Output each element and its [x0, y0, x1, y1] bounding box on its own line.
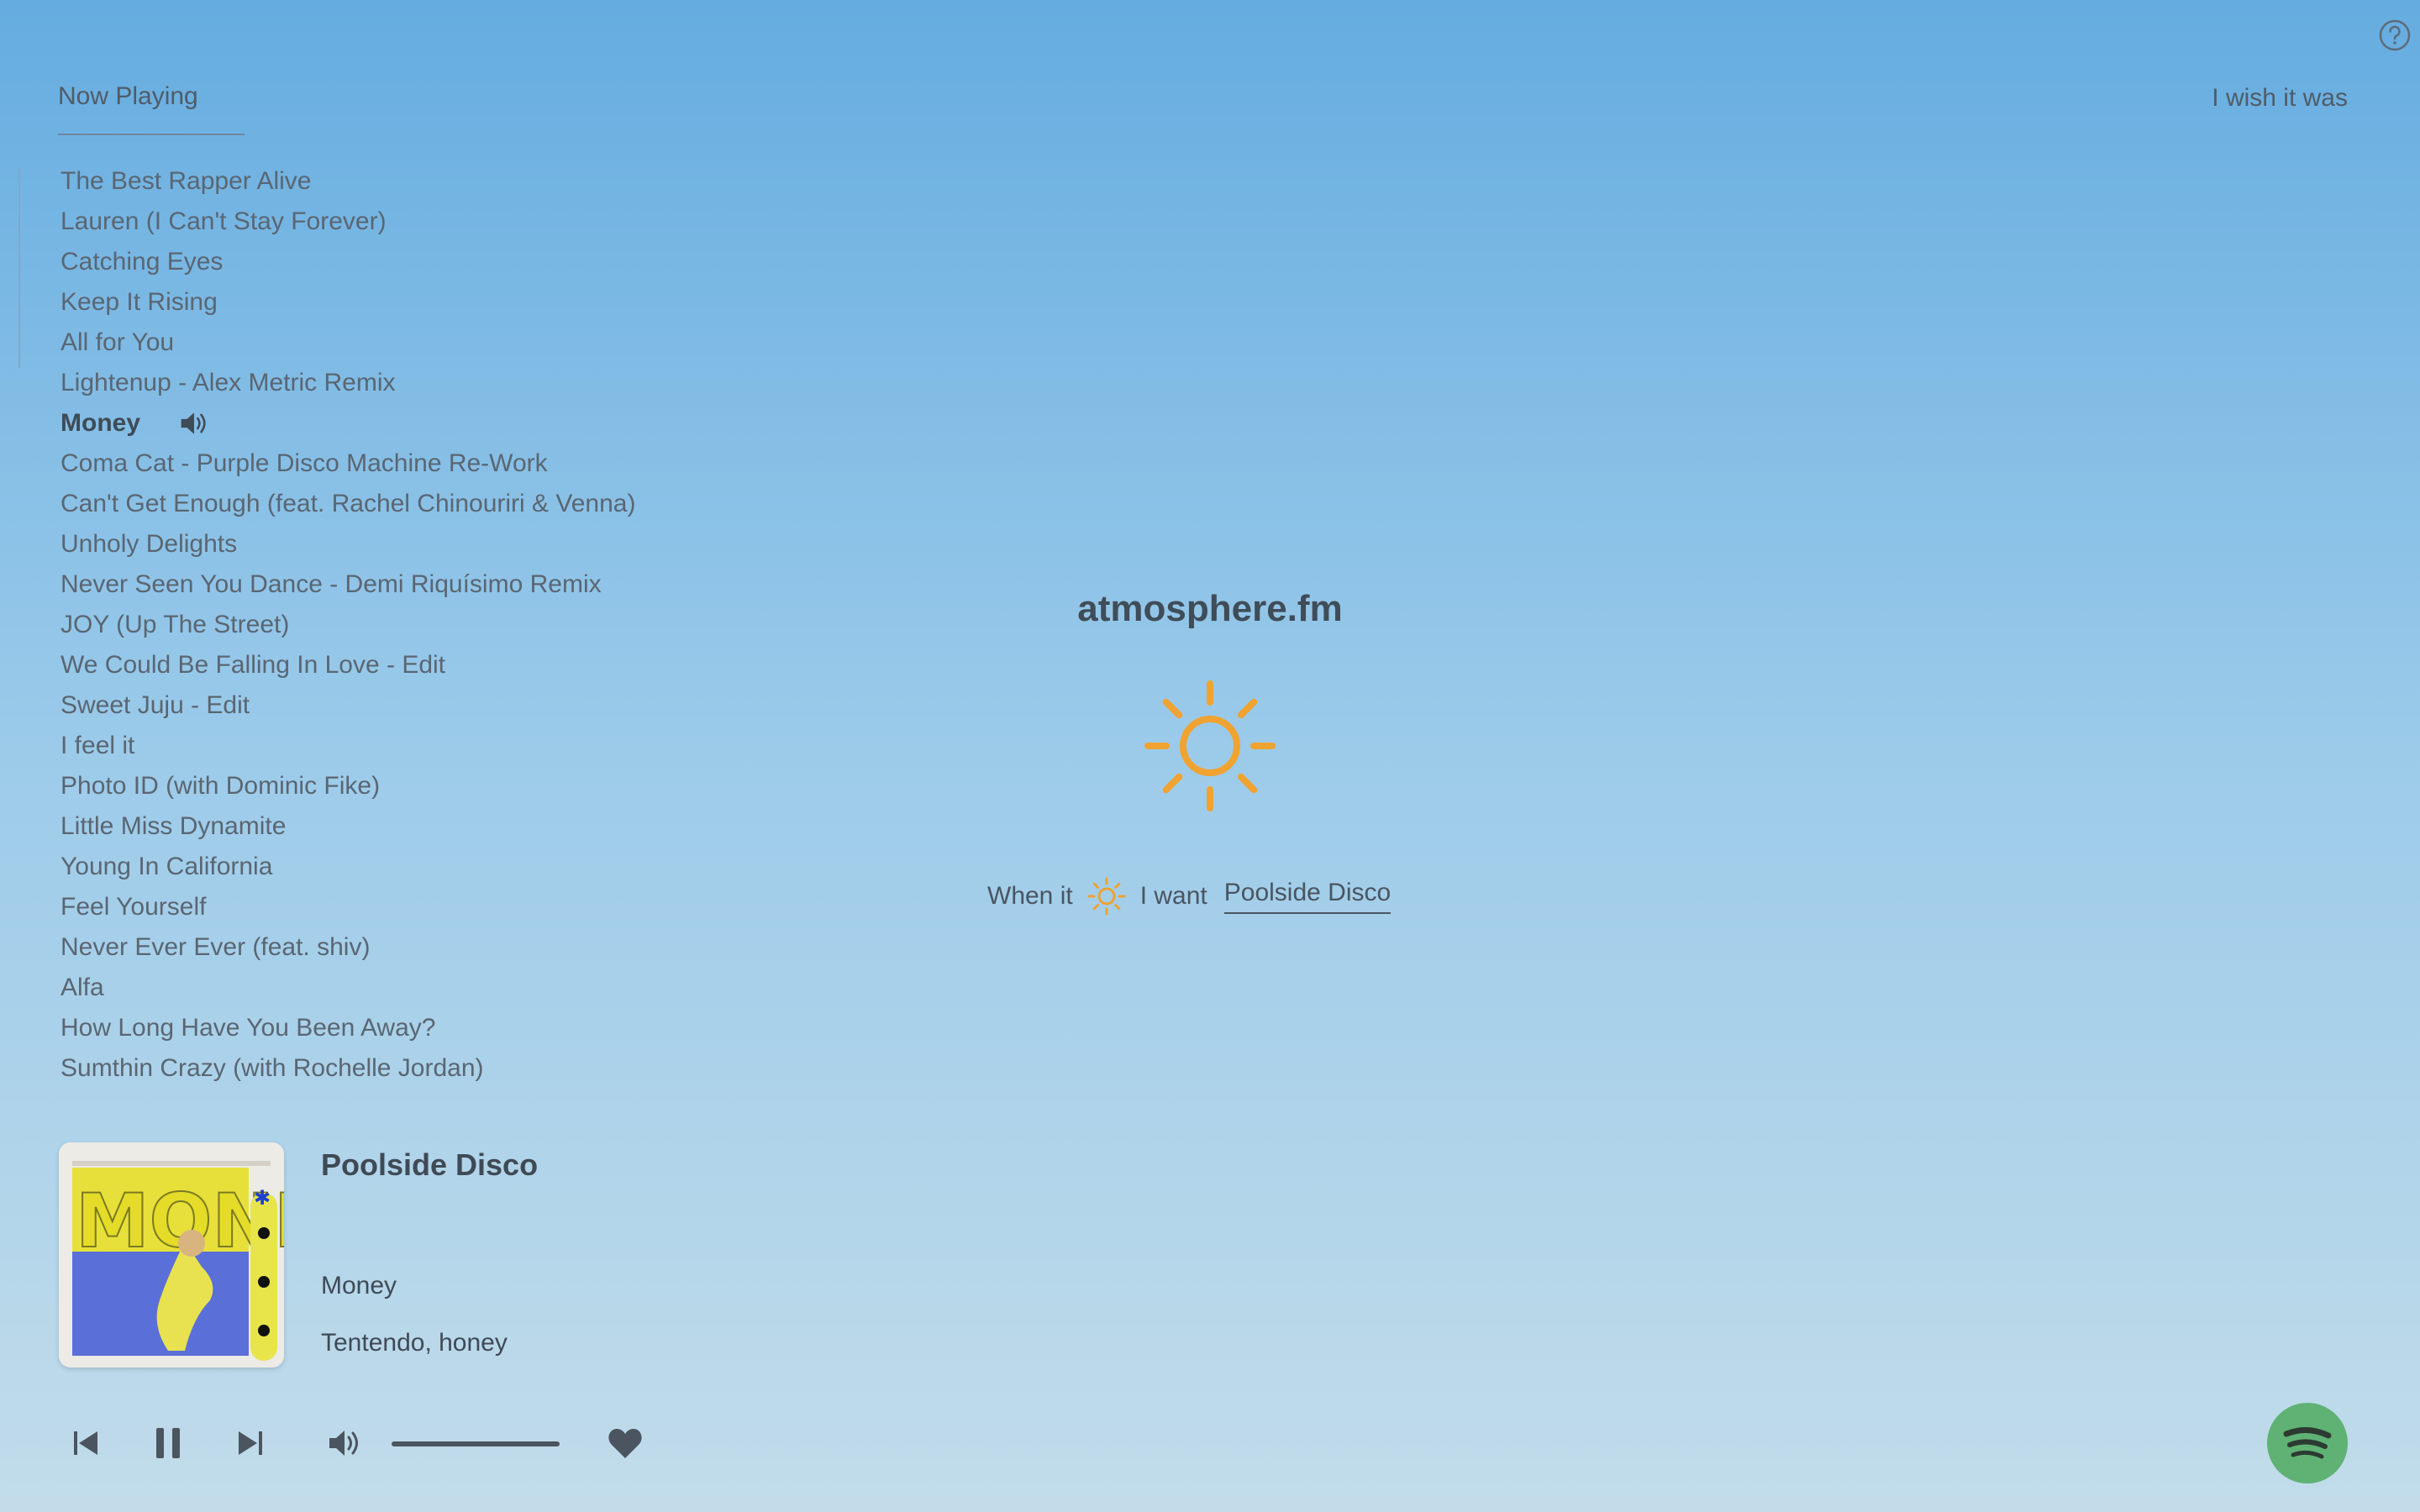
track-list-item[interactable]: Never Ever Ever (feat. shiv)	[60, 927, 635, 968]
weather-sun-icon[interactable]	[1086, 876, 1127, 916]
previous-icon	[74, 1431, 97, 1455]
track-list-item[interactable]: We Could Be Falling In Love - Edit	[60, 645, 635, 685]
tab-now-playing[interactable]: Now Playing	[58, 82, 198, 111]
now-playing-speaker-icon	[181, 412, 206, 434]
track-title: Photo ID (with Dominic Fike)	[60, 772, 381, 800]
volume-button[interactable]	[324, 1423, 365, 1463]
like-button[interactable]	[605, 1423, 645, 1463]
sun-icon	[1143, 679, 1277, 813]
track-title: Keep It Rising	[60, 288, 218, 316]
next-icon	[239, 1431, 262, 1455]
track-title: All for You	[60, 328, 175, 356]
track-list-item[interactable]: Feel Yourself	[60, 887, 635, 927]
next-button[interactable]	[230, 1423, 271, 1463]
now-playing-playlist: Poolside Disco	[321, 1147, 539, 1182]
track-title: The Best Rapper Alive	[60, 167, 312, 195]
track-title: Young In California	[60, 853, 273, 880]
volume-icon	[329, 1431, 358, 1456]
track-list-item[interactable]: Keep It Rising	[60, 282, 635, 323]
track-list-item[interactable]: Unholy Delights	[60, 524, 635, 564]
svg-text:✱: ✱	[254, 1186, 271, 1210]
track-title: Feel Yourself	[60, 893, 207, 921]
track-title: Money	[60, 409, 141, 437]
track-list-item[interactable]: Alfa	[60, 968, 635, 1008]
track-list-item[interactable]: Sweet Juju - Edit	[60, 685, 635, 726]
track-list-item[interactable]: Little Miss Dynamite	[60, 806, 635, 847]
track-title: Never Ever Ever (feat. shiv)	[60, 933, 371, 961]
track-list-item[interactable]: Can't Get Enough (feat. Rachel Chinourir…	[60, 484, 635, 524]
track-list-item[interactable]: Money	[60, 403, 635, 444]
pause-button[interactable]	[148, 1423, 188, 1463]
volume-slider[interactable]	[392, 1441, 560, 1446]
track-title: I feel it	[60, 732, 135, 759]
track-title: Lightenup - Alex Metric Remix	[60, 369, 396, 396]
track-list-item[interactable]: I feel it	[60, 726, 635, 766]
brand-title: atmosphere.fm	[1077, 588, 1343, 629]
now-playing-title: Money	[321, 1272, 397, 1299]
previous-button[interactable]	[66, 1423, 106, 1463]
track-title: We Could Be Falling In Love - Edit	[60, 651, 446, 679]
track-title: How Long Have You Been Away?	[60, 1014, 436, 1042]
track-list-item[interactable]: Photo ID (with Dominic Fike)	[60, 766, 635, 806]
track-title: Sumthin Crazy (with Rochelle Jordan)	[60, 1054, 484, 1082]
track-title: Coma Cat - Purple Disco Machine Re-Work	[60, 449, 548, 477]
help-icon[interactable]	[2378, 18, 2412, 52]
playlist-choice-button[interactable]: Poolside Disco	[1223, 879, 1392, 914]
track-title: Alfa	[60, 974, 104, 1001]
track-title: Catching Eyes	[60, 248, 224, 276]
track-title: Unholy Delights	[60, 530, 238, 558]
track-title: Sweet Juju - Edit	[60, 691, 250, 719]
track-list-item[interactable]: Coma Cat - Purple Disco Machine Re-Work	[60, 444, 635, 484]
rule-middle: I want	[1139, 882, 1207, 910]
rule-prefix: When it	[987, 882, 1073, 910]
pause-icon	[156, 1428, 180, 1458]
track-list-item[interactable]: All for You	[60, 323, 635, 363]
track-title: Can't Get Enough (feat. Rachel Chinourir…	[60, 490, 636, 517]
track-list-item[interactable]: How Long Have You Been Away?	[60, 1008, 635, 1048]
track-list-item[interactable]: The Best Rapper Alive	[60, 161, 635, 202]
scroll-indicator	[18, 168, 20, 368]
track-list-item[interactable]: Young In California	[60, 847, 635, 887]
heart-icon	[608, 1429, 642, 1458]
weather-rule: When it I want Poolside Disco	[987, 876, 1392, 916]
track-list-item[interactable]: Sumthin Crazy (with Rochelle Jordan)	[60, 1048, 635, 1089]
track-list-item[interactable]: Lightenup - Alex Metric Remix	[60, 363, 635, 403]
album-art: MONEY ✱	[59, 1142, 284, 1368]
track-list-item[interactable]: Catching Eyes	[60, 242, 635, 282]
now-playing-artist: Tentendo, honey	[321, 1329, 508, 1357]
spotify-icon[interactable]	[2267, 1403, 2348, 1483]
track-title: Little Miss Dynamite	[60, 812, 287, 840]
track-title: Lauren (I Can't Stay Forever)	[60, 207, 387, 235]
tab-underline	[58, 134, 245, 135]
track-list-item[interactable]: Lauren (I Can't Stay Forever)	[60, 202, 635, 242]
top-right-label[interactable]: I wish it was	[2212, 84, 2348, 113]
